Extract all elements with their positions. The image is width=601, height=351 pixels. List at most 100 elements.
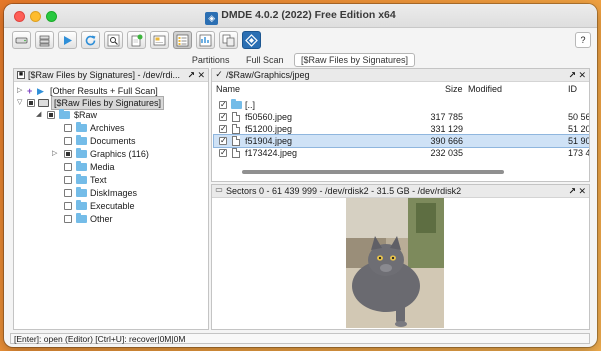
tree-item-label: [$Raw Files by Signatures] xyxy=(50,96,165,110)
tree-item-checkbox[interactable] xyxy=(27,99,35,107)
column-header-size[interactable]: Size xyxy=(445,83,463,95)
preview-pane-header: ▭ Sectors 0 - 61 439 999 - /dev/rdisk2 -… xyxy=(212,185,589,198)
expand-icon[interactable]: ▷ xyxy=(52,148,57,160)
file-name: f51904.jpeg xyxy=(245,136,293,146)
horizontal-scrollbar[interactable] xyxy=(242,170,504,174)
file-row[interactable]: [..] xyxy=(212,99,589,111)
tree-item-checkbox[interactable] xyxy=(64,137,72,145)
disk-icon xyxy=(38,99,49,107)
copy-button[interactable] xyxy=(219,31,238,49)
file-checkbox[interactable] xyxy=(219,147,227,159)
close-pane-icon[interactable]: ✕ xyxy=(197,69,205,81)
column-header-id[interactable]: ID xyxy=(568,83,577,95)
tree-pane-title: [$Raw Files by Signatures] - /dev/rdi... xyxy=(28,70,181,80)
expand-icon[interactable]: ▷ xyxy=(17,85,22,97)
open-disk-button[interactable] xyxy=(12,31,31,49)
folder-icon xyxy=(231,99,242,109)
close-pane-icon[interactable]: ✕ xyxy=(578,185,586,197)
tree-item-other-results[interactable]: ▷ + ▶ [Other Results + Full Scan] xyxy=(14,85,208,97)
tree-item-checkbox[interactable] xyxy=(47,111,55,119)
file-id: 51 20 xyxy=(568,124,590,134)
list-view-button[interactable] xyxy=(173,31,192,49)
tree-item-media[interactable]: Media xyxy=(14,161,208,173)
tree-item-checkbox[interactable] xyxy=(64,150,72,158)
tree-item-checkbox[interactable] xyxy=(64,124,72,132)
preview-pane-title: Sectors 0 - 61 439 999 - /dev/rdisk2 - 3… xyxy=(226,186,462,196)
details-button[interactable] xyxy=(196,31,215,49)
refresh-button[interactable] xyxy=(81,31,100,49)
tree-item-graphics[interactable]: ▷ Graphics (116) xyxy=(14,148,208,160)
tree-item-label: Text xyxy=(90,175,107,185)
collapse-icon[interactable]: ▽ xyxy=(17,97,22,109)
tree-item-checkbox[interactable] xyxy=(64,215,72,223)
tree-item-label: Documents xyxy=(90,136,136,146)
list-icon xyxy=(176,34,189,46)
file-name: f50560.jpeg xyxy=(245,112,293,122)
close-pane-icon[interactable]: ✕ xyxy=(578,69,586,81)
tree-item-other[interactable]: Other xyxy=(14,213,208,225)
header-check-icon[interactable]: ✓ xyxy=(215,70,223,79)
dmde-logo-button[interactable] xyxy=(242,31,261,49)
tree-item-checkbox[interactable] xyxy=(64,176,72,184)
tab-partitions[interactable]: Partitions xyxy=(186,54,236,66)
magnifier-icon xyxy=(107,34,120,46)
file-icon xyxy=(232,148,240,158)
file-checkbox[interactable] xyxy=(219,111,227,123)
tree-item-archives[interactable]: Archives xyxy=(14,122,208,134)
tree-item-checkbox[interactable] xyxy=(64,202,72,210)
file-name: f51200.jpeg xyxy=(245,124,293,134)
column-header-name[interactable]: Name xyxy=(216,83,240,95)
folder-icon xyxy=(76,135,87,145)
file-size: 317 785 xyxy=(430,112,463,122)
play-icon xyxy=(64,35,72,45)
pin-pane-icon[interactable]: ↗ xyxy=(568,185,576,197)
folder-icon xyxy=(76,200,87,210)
folder-icon xyxy=(76,122,87,132)
collapse-icon[interactable]: ◢ xyxy=(36,109,41,121)
file-checkbox[interactable] xyxy=(219,135,227,147)
plus-check-icon[interactable]: + xyxy=(27,85,32,97)
pin-pane-icon[interactable]: ↗ xyxy=(187,69,195,81)
clipboard-button[interactable] xyxy=(127,31,146,49)
tab-full-scan[interactable]: Full Scan xyxy=(240,54,290,66)
file-id: 173 4 xyxy=(568,148,590,158)
tree-item-executable[interactable]: Executable xyxy=(14,200,208,212)
tree-item-checkbox[interactable] xyxy=(64,163,72,171)
tree-item-diskimages[interactable]: DiskImages xyxy=(14,187,208,199)
file-name: f173424.jpeg xyxy=(245,148,298,158)
file-row[interactable]: f51200.jpeg 331 129 51 20 xyxy=(212,123,589,135)
file-checkbox[interactable] xyxy=(219,99,227,111)
tab-raw-files[interactable]: [$Raw Files by Signatures] xyxy=(294,53,416,67)
partitions-button[interactable] xyxy=(35,31,54,49)
play-small-icon: ▶ xyxy=(37,86,44,96)
column-header-modified[interactable]: Modified xyxy=(468,83,502,95)
help-button[interactable]: ? xyxy=(575,32,591,48)
file-row-selected[interactable]: f51904.jpeg 390 666 51 90 xyxy=(213,134,589,148)
tree-item-label: Archives xyxy=(90,123,125,133)
tree-item-raw-signatures[interactable]: ▽ [$Raw Files by Signatures] xyxy=(14,96,208,110)
file-size: 232 035 xyxy=(430,148,463,158)
folder-icon xyxy=(59,109,70,119)
tree-pane-checkbox[interactable]: ■ xyxy=(17,71,25,79)
tab-bar: Partitions Full Scan [$Raw Files by Sign… xyxy=(4,53,597,68)
tree-item-text[interactable]: Text xyxy=(14,174,208,186)
find-button[interactable] xyxy=(104,31,123,49)
tree-item-documents[interactable]: Documents xyxy=(14,135,208,147)
tree-item-checkbox[interactable] xyxy=(64,189,72,197)
folder-icon xyxy=(76,161,87,171)
tree-item-raw[interactable]: ◢ $Raw xyxy=(14,109,208,121)
tree-item-label: Other xyxy=(90,214,113,224)
sectors-button[interactable] xyxy=(150,31,169,49)
folder-icon xyxy=(76,187,87,197)
app-window: ◈ DMDE 4.0.2 (2022) Free Edition x64 ? P… xyxy=(4,4,597,347)
pin-pane-icon[interactable]: ↗ xyxy=(568,69,576,81)
clipboard-icon xyxy=(131,34,143,46)
file-checkbox[interactable] xyxy=(219,123,227,135)
file-row[interactable]: f173424.jpeg 232 035 173 4 xyxy=(212,147,589,159)
file-list-path: /$Raw/Graphics/jpeg xyxy=(226,70,310,80)
tree-item-label: Media xyxy=(90,162,115,172)
play-button[interactable] xyxy=(58,31,77,49)
file-list-pane: ✓ /$Raw/Graphics/jpeg ↗ ✕ Name Size Modi… xyxy=(211,68,590,182)
file-row[interactable]: f50560.jpeg 317 785 50 56 xyxy=(212,111,589,123)
folder-icon xyxy=(76,174,87,184)
